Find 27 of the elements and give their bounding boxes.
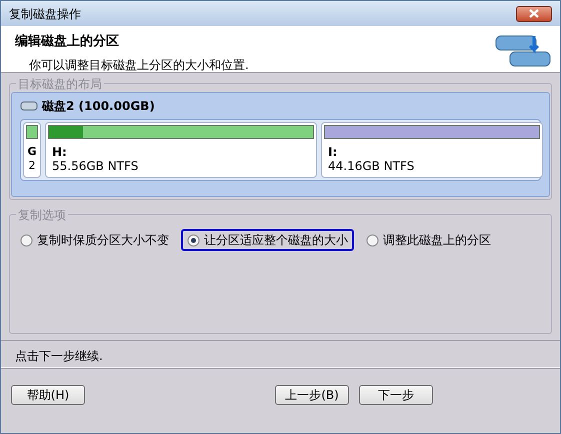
radio-button[interactable] (20, 234, 33, 246)
window-title: 复制磁盘操作 (9, 6, 81, 22)
partition-letter: I: (327, 145, 338, 159)
radio-button[interactable] (366, 234, 379, 246)
dialog-button[interactable]: 帮助(H) (11, 385, 85, 405)
disk-label: 磁盘2 (100.00GB) (42, 98, 155, 115)
radio-option[interactable]: 调整此磁盘上的分区 (360, 229, 497, 251)
partition-info: 44.16GB NTFS (327, 159, 416, 173)
dialog-button[interactable]: 上一步(B) (275, 385, 349, 405)
dialog-button[interactable]: 下一步 (359, 385, 433, 405)
header-subtitle: 你可以调整目标磁盘上分区的大小和位置. (28, 56, 249, 74)
status-text: 点击下一步继续. (14, 348, 104, 365)
radio-button[interactable] (187, 234, 200, 246)
partition-info: 2 (28, 159, 36, 173)
partition-letter: G (26, 145, 38, 159)
partition-card[interactable]: I: 44.16GB NTFS (321, 122, 543, 178)
group-label: 复制选项 (16, 206, 68, 224)
partition-card[interactable]: H: 55.56GB NTFS (45, 122, 317, 178)
radio-option[interactable]: 复制时保质分区大小不变 (14, 229, 175, 251)
close-button[interactable] (516, 6, 552, 22)
partition-card[interactable]: G 2 (23, 122, 41, 178)
header-title: 编辑磁盘上的分区 (15, 32, 120, 51)
group-label: 目标磁盘的布局 (16, 75, 104, 93)
partition-letter: H: (51, 145, 68, 159)
radio-option[interactable]: 让分区适应整个磁盘的大小 (181, 229, 354, 251)
partition-info: 55.56GB NTFS (51, 159, 140, 173)
close-icon (529, 9, 539, 18)
